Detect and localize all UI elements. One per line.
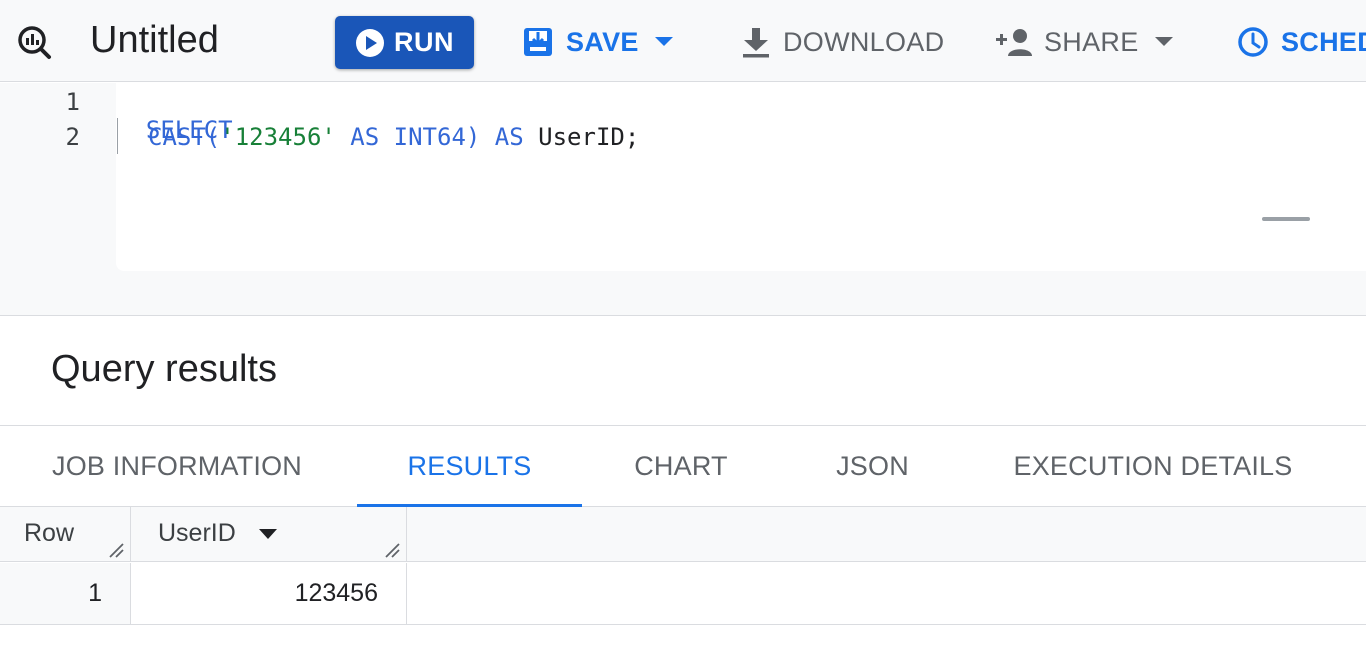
share-label: SHARE	[1044, 26, 1139, 57]
save-label: SAVE	[566, 26, 639, 57]
tab-json[interactable]: JSON	[800, 426, 945, 507]
run-button[interactable]: RUN	[335, 16, 474, 69]
schedule-button[interactable]: SCHED	[1237, 20, 1366, 64]
query-title[interactable]: Untitled	[90, 18, 219, 62]
editor-surface[interactable]	[116, 83, 1366, 271]
editor-resize-handle[interactable]	[1262, 217, 1310, 221]
save-button[interactable]: SAVE	[522, 20, 673, 64]
results-tabs: JOB INFORMATION RESULTS CHART JSON EXECU…	[0, 425, 1366, 508]
row-number: 1	[88, 579, 102, 607]
results-title: Query results	[51, 348, 277, 390]
sort-caret-icon[interactable]	[258, 527, 278, 541]
sql-string: '123456'	[220, 123, 336, 151]
userid-cell[interactable]: 123456	[131, 563, 407, 624]
column-header-userid[interactable]: UserID	[131, 507, 407, 562]
tab-execution-details[interactable]: EXECUTION DETAILS	[990, 426, 1316, 507]
tab-results[interactable]: RESULTS	[357, 426, 582, 508]
share-button[interactable]: SHARE	[996, 20, 1173, 64]
line-number: 2	[65, 123, 80, 151]
share-icon	[996, 27, 1032, 57]
run-label: RUN	[394, 27, 454, 57]
resize-grip-icon[interactable]	[382, 540, 402, 560]
schedule-label: SCHED	[1281, 26, 1366, 57]
save-icon	[522, 26, 554, 58]
tab-chart[interactable]: CHART	[606, 426, 756, 507]
indent-guide	[117, 118, 118, 154]
tab-job-information[interactable]: JOB INFORMATION	[28, 426, 326, 507]
line-number: 1	[65, 88, 80, 116]
download-label: DOWNLOAD	[783, 26, 945, 57]
row-number-cell: 1	[0, 563, 131, 624]
query-icon	[18, 26, 51, 59]
sql-function: CAST(	[148, 123, 221, 151]
code-line-2[interactable]: CAST('123456' AS INT64) AS UserID;	[148, 123, 639, 151]
schedule-icon	[1237, 26, 1269, 58]
download-icon	[741, 26, 771, 58]
column-label: Row	[24, 519, 75, 547]
column-header-row[interactable]: Row	[0, 507, 131, 562]
table-header: Row UserID	[0, 507, 1366, 562]
table-row[interactable]: 1 123456	[0, 563, 1366, 625]
sql-keyword: AS INT64) AS	[335, 123, 539, 151]
cell-value: 123456	[294, 579, 378, 607]
chevron-down-icon[interactable]	[654, 36, 673, 48]
resize-grip-icon[interactable]	[106, 540, 126, 560]
play-icon	[356, 28, 384, 57]
toolbar: Untitled RUN SAVE DOWNLOAD SHARE SCHE	[0, 0, 1366, 82]
chevron-down-icon[interactable]	[1154, 36, 1173, 48]
sql-identifier: UserID;	[538, 123, 640, 151]
column-label: UserID	[158, 519, 236, 547]
download-button[interactable]: DOWNLOAD	[741, 20, 944, 64]
